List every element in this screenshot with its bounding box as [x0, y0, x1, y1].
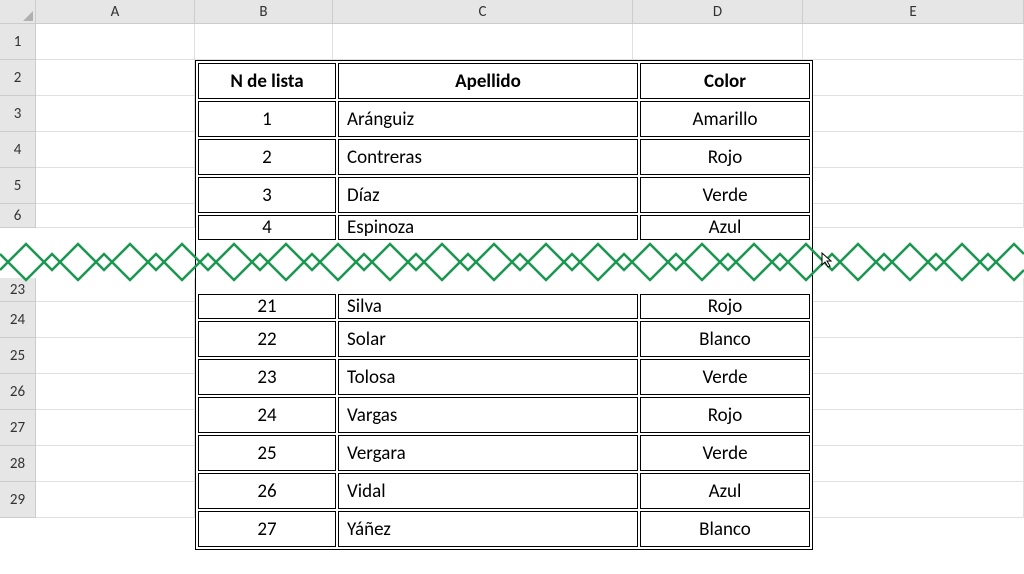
- column-header-c[interactable]: C: [333, 0, 633, 24]
- table-cell-color[interactable]: Verde: [640, 177, 810, 213]
- table-cell-n[interactable]: 4: [198, 215, 336, 240]
- table-row[interactable]: 2ContrerasRojo: [198, 139, 810, 175]
- table-row[interactable]: 22SolarBlanco: [198, 321, 810, 357]
- cell[interactable]: [333, 24, 633, 60]
- table-cell-apellido[interactable]: Vidal: [338, 473, 638, 509]
- row-header-29[interactable]: 29: [0, 482, 36, 518]
- cell[interactable]: [36, 168, 195, 204]
- table-cell-apellido[interactable]: Vergara: [338, 435, 638, 471]
- table-cell-apellido[interactable]: Yáñez: [338, 511, 638, 547]
- cell[interactable]: [36, 338, 195, 374]
- table-row[interactable]: 25VergaraVerde: [198, 435, 810, 471]
- cell[interactable]: [803, 302, 1024, 338]
- select-all-corner[interactable]: [0, 0, 36, 24]
- table-row[interactable]: 26VidalAzul: [198, 473, 810, 509]
- table-cell-color[interactable]: Blanco: [640, 321, 810, 357]
- table-header-d[interactable]: Color: [640, 63, 810, 99]
- cell[interactable]: [36, 482, 195, 518]
- table-cell-color[interactable]: Amarillo: [640, 101, 810, 137]
- row-header-5[interactable]: 5: [0, 168, 36, 204]
- table-cell-n[interactable]: 23: [198, 359, 336, 395]
- table-cell-apellido[interactable]: Díaz: [338, 177, 638, 213]
- cell[interactable]: [633, 24, 803, 60]
- table-cell-n[interactable]: 2: [198, 139, 336, 175]
- cell[interactable]: [803, 132, 1024, 168]
- table-cell-apellido[interactable]: Vargas: [338, 397, 638, 433]
- table-cell-color[interactable]: Azul: [640, 473, 810, 509]
- table-cell-n[interactable]: 3: [198, 177, 336, 213]
- table-cell-apellido[interactable]: Silva: [338, 294, 638, 319]
- cell[interactable]: [803, 446, 1024, 482]
- table-cell-n[interactable]: 21: [198, 294, 336, 319]
- cell[interactable]: [803, 96, 1024, 132]
- table-cell-color[interactable]: Verde: [640, 435, 810, 471]
- cell[interactable]: [803, 374, 1024, 410]
- row-header-23[interactable]: 23: [0, 278, 36, 302]
- table-cell-n[interactable]: 24: [198, 397, 336, 433]
- table-row[interactable]: 27YáñezBlanco: [198, 511, 810, 547]
- row-header-6[interactable]: 6: [0, 204, 36, 228]
- cell[interactable]: [195, 24, 333, 60]
- table-row[interactable]: 23TolosaVerde: [198, 359, 810, 395]
- cell[interactable]: [36, 278, 195, 302]
- cell[interactable]: [803, 168, 1024, 204]
- table-cell-apellido[interactable]: Espinoza: [338, 215, 638, 240]
- table-cell-color[interactable]: Rojo: [640, 294, 810, 319]
- data-table[interactable]: N de listaApellidoColor1AránguizAmarillo…: [195, 60, 813, 550]
- table-cell-color[interactable]: Blanco: [640, 511, 810, 547]
- column-header-d[interactable]: D: [633, 0, 803, 24]
- row-header-3[interactable]: 3: [0, 96, 36, 132]
- table-row[interactable]: 1AránguizAmarillo: [198, 101, 810, 137]
- cell[interactable]: [36, 60, 195, 96]
- cell[interactable]: [36, 204, 195, 228]
- table-cell-color[interactable]: Rojo: [640, 139, 810, 175]
- column-header-a[interactable]: A: [36, 0, 195, 24]
- cell[interactable]: [36, 446, 195, 482]
- cell[interactable]: [803, 204, 1024, 228]
- table-cell-apellido[interactable]: Aránguiz: [338, 101, 638, 137]
- row-header-4[interactable]: 4: [0, 132, 36, 168]
- cell[interactable]: [36, 410, 195, 446]
- row-header-2[interactable]: 2: [0, 60, 36, 96]
- table-cell-color[interactable]: Rojo: [640, 397, 810, 433]
- table-row[interactable]: 21SilvaRojo: [198, 294, 810, 319]
- cell[interactable]: [803, 60, 1024, 96]
- cell[interactable]: [36, 132, 195, 168]
- cell[interactable]: [36, 302, 195, 338]
- table-cell-apellido[interactable]: Contreras: [338, 139, 638, 175]
- cell[interactable]: [36, 96, 195, 132]
- cell[interactable]: [36, 374, 195, 410]
- row-header-27[interactable]: 27: [0, 410, 36, 446]
- row-header-25[interactable]: 25: [0, 338, 36, 374]
- table-cell-n[interactable]: 27: [198, 511, 336, 547]
- cell[interactable]: [803, 410, 1024, 446]
- table-row[interactable]: 24VargasRojo: [198, 397, 810, 433]
- row-header-24[interactable]: 24: [0, 302, 36, 338]
- cell[interactable]: [803, 278, 1024, 302]
- row-header-26[interactable]: 26: [0, 374, 36, 410]
- row-header-28[interactable]: 28: [0, 446, 36, 482]
- cell[interactable]: [803, 482, 1024, 518]
- table-header-b[interactable]: N de lista: [198, 63, 336, 99]
- cell[interactable]: [803, 24, 1024, 60]
- column-header-e[interactable]: E: [803, 0, 1024, 24]
- table-row[interactable]: 4EspinozaAzul: [198, 215, 810, 240]
- column-header-b[interactable]: B: [195, 0, 333, 24]
- table-cell-n[interactable]: 1: [198, 101, 336, 137]
- table-cell-color[interactable]: Verde: [640, 359, 810, 395]
- column-headers: ABCDE: [36, 0, 1024, 24]
- table-cell-n[interactable]: 22: [198, 321, 336, 357]
- table-row[interactable]: 3DíazVerde: [198, 177, 810, 213]
- table-cell-n[interactable]: 25: [198, 435, 336, 471]
- table-cell-n[interactable]: 26: [198, 473, 336, 509]
- cell[interactable]: [803, 338, 1024, 374]
- table-cell-apellido[interactable]: Solar: [338, 321, 638, 357]
- table-header-c[interactable]: Apellido: [338, 63, 638, 99]
- table-cell-color[interactable]: Azul: [640, 215, 810, 240]
- row-headers: 12345623242526272829: [0, 24, 36, 518]
- row-header-1[interactable]: 1: [0, 24, 36, 60]
- cell[interactable]: [36, 24, 195, 60]
- table-cell-apellido[interactable]: Tolosa: [338, 359, 638, 395]
